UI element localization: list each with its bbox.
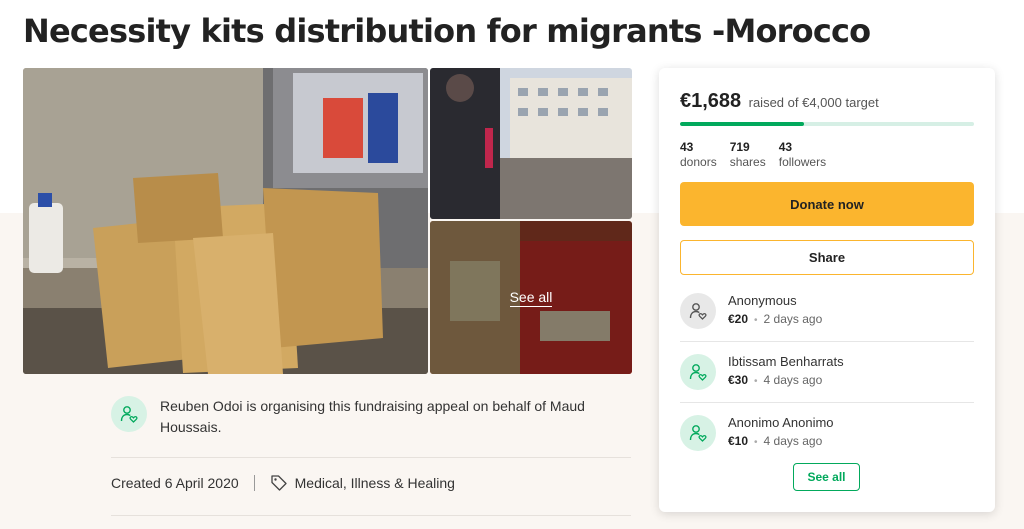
- stat-followers-count: 43: [778, 140, 793, 154]
- stat-shares: 719 shares: [730, 140, 766, 170]
- page-title: Necessity kits distribution for migrants…: [23, 12, 871, 50]
- raised-summary: €1,688 raised of €4,000 target: [680, 90, 879, 113]
- stat-donors-label: donors: [680, 155, 717, 169]
- created-date: Created 6 April 2020: [111, 475, 239, 491]
- donation-amount: €20: [728, 311, 749, 326]
- donor-heart-icon: [680, 415, 716, 451]
- stat-donors-count: 43: [680, 140, 694, 154]
- campaign-stats: 43 donors 719 shares 43 followers: [680, 140, 839, 170]
- campaign-meta: Created 6 April 2020 Medical, Illness & …: [111, 474, 455, 492]
- stat-shares-label: shares: [729, 155, 766, 169]
- meta-separator: [253, 475, 255, 491]
- bullet-separator: •: [754, 437, 758, 448]
- progress-bar: [680, 122, 974, 126]
- bullet-separator: •: [754, 376, 758, 387]
- donation-item: Ibtissam Benharrats €30 • 4 days ago: [680, 341, 974, 402]
- photo-gallery: See all: [23, 68, 632, 374]
- donor-heart-icon: [680, 354, 716, 390]
- stat-shares-count: 719: [729, 140, 750, 154]
- category-link[interactable]: Medical, Illness & Healing: [295, 475, 455, 491]
- donation-time: 4 days ago: [763, 373, 823, 387]
- donation-time: 4 days ago: [763, 434, 823, 448]
- see-all-photos-link[interactable]: See all: [430, 221, 632, 374]
- donor-name: Anonimo Anonimo: [728, 415, 834, 430]
- share-button[interactable]: Share: [680, 240, 974, 275]
- donor-name: Anonymous: [728, 292, 797, 308]
- organiser-text: Reuben Odoi is organising this fundraisi…: [160, 398, 585, 435]
- recent-donations: Anonymous €20 • 2 days ago Ibtissam Benhar…: [680, 280, 974, 463]
- stat-followers-label: followers: [778, 155, 827, 169]
- donor-name: Ibtissam Benharrats: [728, 354, 844, 369]
- donation-amount: €10: [728, 434, 749, 448]
- donation-time: 2 days ago: [763, 311, 823, 326]
- person-heart-icon: [111, 396, 147, 432]
- stat-donors: 43 donors: [680, 140, 717, 170]
- bullet-separator: •: [754, 314, 758, 326]
- stat-followers: 43 followers: [779, 140, 826, 170]
- raised-amount: €1,688: [680, 90, 742, 112]
- see-all-photos-label: See all: [509, 288, 553, 307]
- divider: [111, 515, 631, 516]
- donate-button[interactable]: Donate now: [680, 182, 974, 226]
- target-text: raised of €4,000 target: [748, 95, 879, 110]
- tag-icon: [270, 474, 288, 492]
- progress-fill: [680, 122, 805, 126]
- organiser-info: Reuben Odoi is organising this fundraisi…: [111, 396, 631, 438]
- main-photo[interactable]: [23, 68, 428, 374]
- anonymous-donor-icon: [680, 292, 716, 329]
- see-all-donations-button[interactable]: See all: [793, 463, 860, 491]
- divider: [111, 457, 631, 458]
- donation-card: €1,688 raised of €4,000 target 43 donors…: [659, 68, 995, 512]
- donation-item: Anonimo Anonimo €10 • 4 days ago: [680, 402, 974, 463]
- food-photo[interactable]: See all: [430, 221, 632, 374]
- donation-item: Anonymous €20 • 2 days ago: [680, 280, 974, 341]
- donation-amount: €30: [728, 373, 749, 387]
- street-photo[interactable]: [430, 68, 632, 219]
